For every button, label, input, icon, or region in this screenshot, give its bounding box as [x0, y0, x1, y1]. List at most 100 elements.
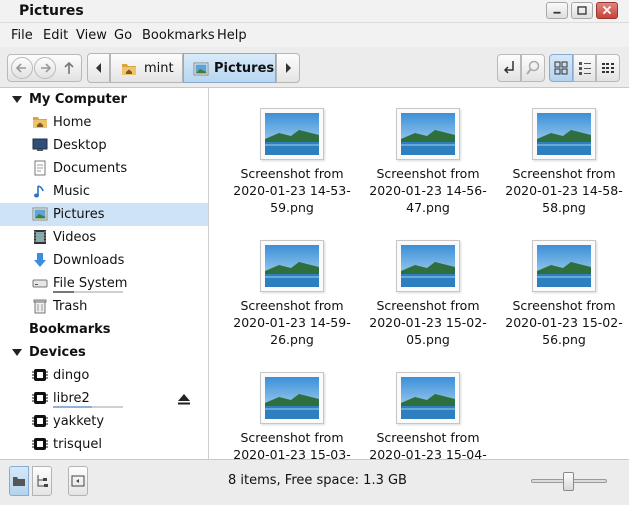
sidebar-item-label: Trash [53, 299, 88, 314]
file-view[interactable]: Screenshot from 2020-01-23 14-53- 59.png… [210, 88, 629, 459]
expander-triangle-icon [12, 96, 22, 103]
breadcrumb-item-mint[interactable]: mint [110, 53, 183, 83]
file-name: Screenshot from 2020-01-23 14-53- 59.png [233, 166, 351, 215]
up-button[interactable] [59, 58, 79, 78]
close-icon [602, 5, 612, 15]
file-name: Screenshot from 2020-01-23 14-59- 26.png [233, 298, 351, 347]
sidebar-item-label: dingo [53, 368, 90, 383]
sidebar-device-trisquel[interactable]: trisquel [0, 433, 208, 456]
forward-button[interactable] [34, 57, 56, 79]
sidebar-item-documents[interactable]: Documents [0, 157, 208, 180]
landscape-image-icon [401, 245, 455, 287]
sidebar-item-trash[interactable]: Trash [0, 295, 208, 318]
enter-arrow-icon [503, 61, 514, 74]
minimize-icon [553, 11, 561, 14]
file-name: Screenshot from 2020-01-23 14-56- 47.png [369, 166, 487, 215]
eject-icon[interactable] [177, 392, 191, 406]
breadcrumb-item-pictures[interactable]: Pictures [183, 53, 276, 83]
sidebar-item-desktop[interactable]: Desktop [0, 134, 208, 157]
icon-view-button[interactable] [549, 54, 573, 82]
usage-bar [53, 406, 123, 408]
sidebar-item-label: Home [53, 115, 92, 130]
hide-sidebar-button[interactable] [68, 466, 88, 496]
sidebar-section-my-computer[interactable]: My Computer [0, 88, 208, 111]
file-item[interactable]: Screenshot from 2020-01-23 14-56- 47.png [360, 88, 490, 215]
landscape-image-icon [537, 245, 591, 287]
sidebar-item-pictures[interactable]: Pictures [0, 203, 208, 226]
sidebar-device-dingo[interactable]: dingo [0, 364, 208, 387]
sidebar-item-label: yakkety [53, 414, 105, 429]
home-folder-icon [122, 64, 136, 75]
downloads-icon [34, 253, 46, 267]
sidebar-item-home[interactable]: Home [0, 111, 208, 134]
show-places-button[interactable] [9, 466, 29, 496]
videos-icon [34, 230, 46, 244]
file-item[interactable]: Screenshot from 2020-01-23 15-04- [360, 352, 490, 459]
file-name: Screenshot from 2020-01-23 15-02- 05.png [369, 298, 487, 347]
list-view-button[interactable] [573, 54, 596, 82]
drive-icon [32, 279, 48, 288]
sidebar-item-file-system[interactable]: File System [0, 272, 208, 295]
sidebar: My Computer Home Desktop Documents Music… [0, 88, 209, 459]
usage-bar [53, 291, 123, 293]
window-title: Pictures [19, 3, 84, 19]
file-item[interactable]: Screenshot from 2020-01-23 14-58- 58.png [496, 88, 626, 215]
menu-view[interactable]: View [76, 28, 107, 43]
arrow-left-icon [15, 63, 26, 73]
file-name: Screenshot from 2020-01-23 15-02- 56.png [505, 298, 623, 347]
sidebar-item-label: Downloads [53, 253, 125, 268]
zoom-slider-thumb[interactable] [563, 472, 574, 491]
desktop-icon [32, 138, 48, 151]
breadcrumb-prev-button[interactable] [87, 53, 110, 83]
sidebar-item-label: Documents [53, 161, 128, 176]
sidebar-section-bookmarks[interactable]: Bookmarks [0, 318, 208, 341]
file-item[interactable]: Screenshot from 2020-01-23 15-03- [224, 352, 354, 459]
expander-triangle-icon [12, 349, 22, 356]
compact-view-icon [602, 63, 614, 73]
sidebar-section-label: My Computer [29, 92, 127, 107]
file-name: Screenshot from 2020-01-23 15-04- [369, 430, 487, 459]
toggle-location-button[interactable] [497, 54, 521, 82]
back-button[interactable] [11, 57, 33, 79]
search-button[interactable] [521, 54, 545, 82]
sidebar-section-label: Bookmarks [29, 322, 111, 337]
file-item[interactable]: Screenshot from 2020-01-23 14-59- 26.png [224, 220, 354, 347]
sidebar-section-devices[interactable]: Devices [0, 341, 208, 364]
file-name: Screenshot from 2020-01-23 14-58- 58.png [505, 166, 623, 215]
minimize-button[interactable] [546, 2, 568, 19]
sidebar-device-libre2[interactable]: libre2 [0, 387, 208, 410]
sidebar-item-label: File System [53, 276, 128, 291]
menu-edit[interactable]: Edit [43, 28, 68, 43]
search-icon [526, 60, 540, 75]
image-thumbnail [396, 240, 460, 292]
file-item[interactable]: Screenshot from 2020-01-23 14-53- 59.png [224, 88, 354, 215]
sidebar-toggle-icon [71, 475, 85, 487]
compact-view-button[interactable] [596, 54, 620, 82]
file-name: Screenshot from 2020-01-23 15-03- [233, 430, 351, 459]
show-treeview-button[interactable] [32, 466, 52, 496]
maximize-icon [577, 6, 587, 15]
maximize-button[interactable] [571, 2, 593, 19]
status-bar: 8 items, Free space: 1.3 GB [0, 459, 629, 505]
file-item[interactable]: Screenshot from 2020-01-23 15-02- 56.png [496, 220, 626, 347]
image-thumbnail [532, 108, 596, 160]
sidebar-item-music[interactable]: Music [0, 180, 208, 203]
breadcrumb-next-button[interactable] [276, 53, 300, 83]
close-button[interactable] [596, 2, 618, 19]
menu-bookmarks[interactable]: Bookmarks [142, 28, 215, 43]
landscape-image-icon [537, 113, 591, 155]
menu-go[interactable]: Go [114, 28, 132, 43]
sidebar-item-downloads[interactable]: Downloads [0, 249, 208, 272]
sidebar-device-yakkety[interactable]: yakkety [0, 410, 208, 433]
sidebar-item-label: Videos [53, 230, 97, 245]
landscape-image-icon [265, 113, 319, 155]
image-thumbnail [396, 108, 460, 160]
sidebar-item-videos[interactable]: Videos [0, 226, 208, 249]
file-item[interactable]: Screenshot from 2020-01-23 15-02- 05.png [360, 220, 490, 347]
status-text: 8 items, Free space: 1.3 GB [228, 473, 407, 488]
menu-help[interactable]: Help [217, 28, 247, 43]
chip-icon [32, 392, 48, 404]
home-folder-icon [33, 117, 47, 128]
menu-file[interactable]: File [11, 28, 33, 43]
chip-icon [32, 369, 48, 381]
